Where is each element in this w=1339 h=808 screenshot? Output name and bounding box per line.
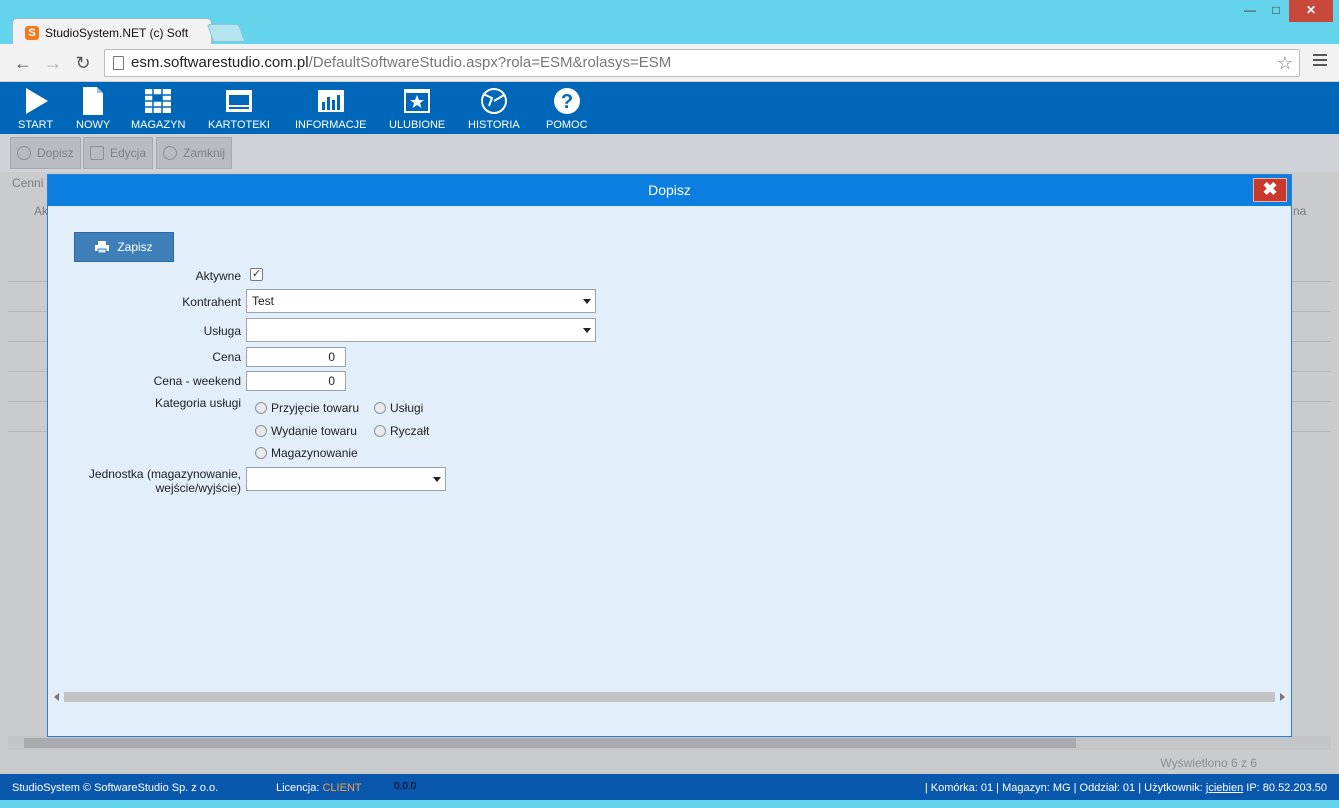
toolbar-nowy[interactable]: NOWY <box>76 86 110 131</box>
app-toolbar: START NOWY MAGAZYN KARTOTEKI INFORMACJE … <box>0 82 1339 134</box>
browser-titlebar: S StudioSystem.NET (c) Soft — □ ✕ <box>0 0 1339 46</box>
forward-arrow-icon[interactable]: → <box>42 52 64 74</box>
close-view-icon <box>163 146 177 160</box>
session-info: | Komórka: 01 | Magazyn: MG | Oddział: 0… <box>924 782 1327 794</box>
category-radio-wydanie[interactable]: Wydanie towaru <box>255 424 357 438</box>
browser-menu-icon[interactable] <box>1313 54 1327 68</box>
printer-icon <box>95 241 110 253</box>
version-text: 0.0.0 <box>394 781 417 792</box>
cards-icon <box>225 90 252 112</box>
grid-header-first: Ak <box>34 204 49 218</box>
toolbar-start[interactable]: START <box>18 86 53 131</box>
url-path: /DefaultSoftwareStudio.aspx?rola=ESM&rol… <box>308 54 672 71</box>
toolbar-historia[interactable]: HISTORIA <box>468 86 520 131</box>
copyright-text: StudioSystem © SoftwareStudio Sp. z o.o. <box>12 782 219 794</box>
reload-icon[interactable]: ↻ <box>72 52 94 74</box>
grid-header-last: na <box>1293 204 1307 218</box>
app-logo-icon: S <box>25 25 39 40</box>
help-icon: ? <box>553 88 580 114</box>
category-label: Kategoria usługi <box>154 396 241 410</box>
url-host: esm.softwarestudio.com.pl <box>131 54 309 71</box>
toolbar-magazyn[interactable]: MAGAZYN <box>131 86 185 131</box>
action-bar: Dopisz Edycja Zamknij <box>0 134 1339 172</box>
price-weekend-label: Cena - weekend <box>153 374 241 388</box>
chevron-down-icon <box>583 299 591 304</box>
unit-label: Jednostka (magazynowanie, wejście/wyjści… <box>88 467 241 495</box>
toolbar-ulubione[interactable]: ULUBIONE <box>389 86 445 131</box>
edit-button[interactable]: Edycja <box>83 137 154 169</box>
star-icon <box>404 89 431 113</box>
active-checkbox[interactable]: ✓ <box>250 268 263 281</box>
url-input[interactable]: esm.softwarestudio.com.pl/DefaultSoftwar… <box>104 49 1300 77</box>
toolbar-kartoteki[interactable]: KARTOTEKI <box>208 86 270 131</box>
window-controls: — □ ✕ <box>1237 0 1333 22</box>
license-info: Licencja: CLIENT <box>276 782 362 794</box>
scroll-left-icon[interactable] <box>54 693 59 701</box>
price-label: Cena <box>212 350 241 364</box>
unit-select[interactable] <box>246 467 446 491</box>
section-title: Cenni <box>12 176 44 190</box>
play-icon <box>25 88 48 114</box>
chevron-down-icon <box>583 328 591 333</box>
dialog-title: Dopisz <box>648 182 691 198</box>
contractor-label: Kontrahent <box>182 295 241 309</box>
plus-icon <box>17 146 31 160</box>
bookmark-star-icon[interactable]: ☆ <box>1277 50 1293 76</box>
contractor-select[interactable]: Test <box>246 289 596 313</box>
category-radio-magazynowanie[interactable]: Magazynowanie <box>255 446 358 460</box>
dialog-scrollbar[interactable] <box>54 691 1285 703</box>
new-document-icon <box>83 87 104 115</box>
pager-info: Wyświetlono 6 z 6 <box>1160 756 1257 770</box>
status-bar: StudioSystem © SoftwareStudio Sp. z o.o.… <box>0 774 1339 800</box>
category-radio-przyjecie[interactable]: Przyjęcie towaru <box>255 401 359 415</box>
save-button[interactable]: Zapisz <box>74 232 174 262</box>
back-arrow-icon[interactable]: ← <box>12 52 34 74</box>
maximize-icon[interactable]: □ <box>1263 0 1289 22</box>
price-input[interactable]: 0 <box>246 347 346 367</box>
user-link[interactable]: jciebien <box>1206 782 1243 794</box>
window-bottom-frame <box>0 800 1339 808</box>
price-weekend-input[interactable]: 0 <box>246 371 346 391</box>
service-select[interactable] <box>246 318 596 342</box>
add-button[interactable]: Dopisz <box>10 137 81 169</box>
close-view-button[interactable]: Zamknij <box>156 137 233 169</box>
category-radio-uslugi[interactable]: Usługi <box>374 401 423 415</box>
minimize-icon[interactable]: — <box>1237 0 1263 22</box>
toolbar-pomoc[interactable]: ? POMOC <box>546 86 588 131</box>
service-label: Usługa <box>203 324 241 338</box>
chevron-down-icon <box>433 477 441 482</box>
toolbar-informacje[interactable]: INFORMACJE <box>295 86 367 131</box>
page-icon <box>113 56 124 70</box>
scroll-right-icon[interactable] <box>1280 693 1285 701</box>
address-bar: ← → ↻ esm.softwarestudio.com.pl/DefaultS… <box>0 44 1339 82</box>
new-tab-button[interactable] <box>206 24 246 42</box>
window-close-icon[interactable]: ✕ <box>1289 0 1333 22</box>
tab-title: StudioSystem.NET (c) Soft <box>45 25 189 40</box>
license-value: CLIENT <box>322 782 362 794</box>
grid-scrollbar[interactable] <box>8 736 1331 750</box>
close-icon: ✖ <box>1262 179 1278 199</box>
edit-icon <box>90 146 104 160</box>
svg-text:?: ? <box>561 91 573 113</box>
active-label: Aktywne <box>195 269 241 283</box>
bar-chart-icon <box>317 90 344 112</box>
history-icon <box>480 88 507 114</box>
dialog-close-button[interactable]: ✖ <box>1253 178 1287 202</box>
dialog-header: Dopisz ✖ <box>48 175 1291 206</box>
category-radio-ryczalt[interactable]: Ryczałt <box>374 424 429 438</box>
add-dialog: Dopisz ✖ Zapisz Aktywne ✓ Kontrahent Tes… <box>47 174 1292 737</box>
browser-tab[interactable]: S StudioSystem.NET (c) Soft <box>12 18 212 46</box>
warehouse-grid-icon <box>145 89 172 113</box>
